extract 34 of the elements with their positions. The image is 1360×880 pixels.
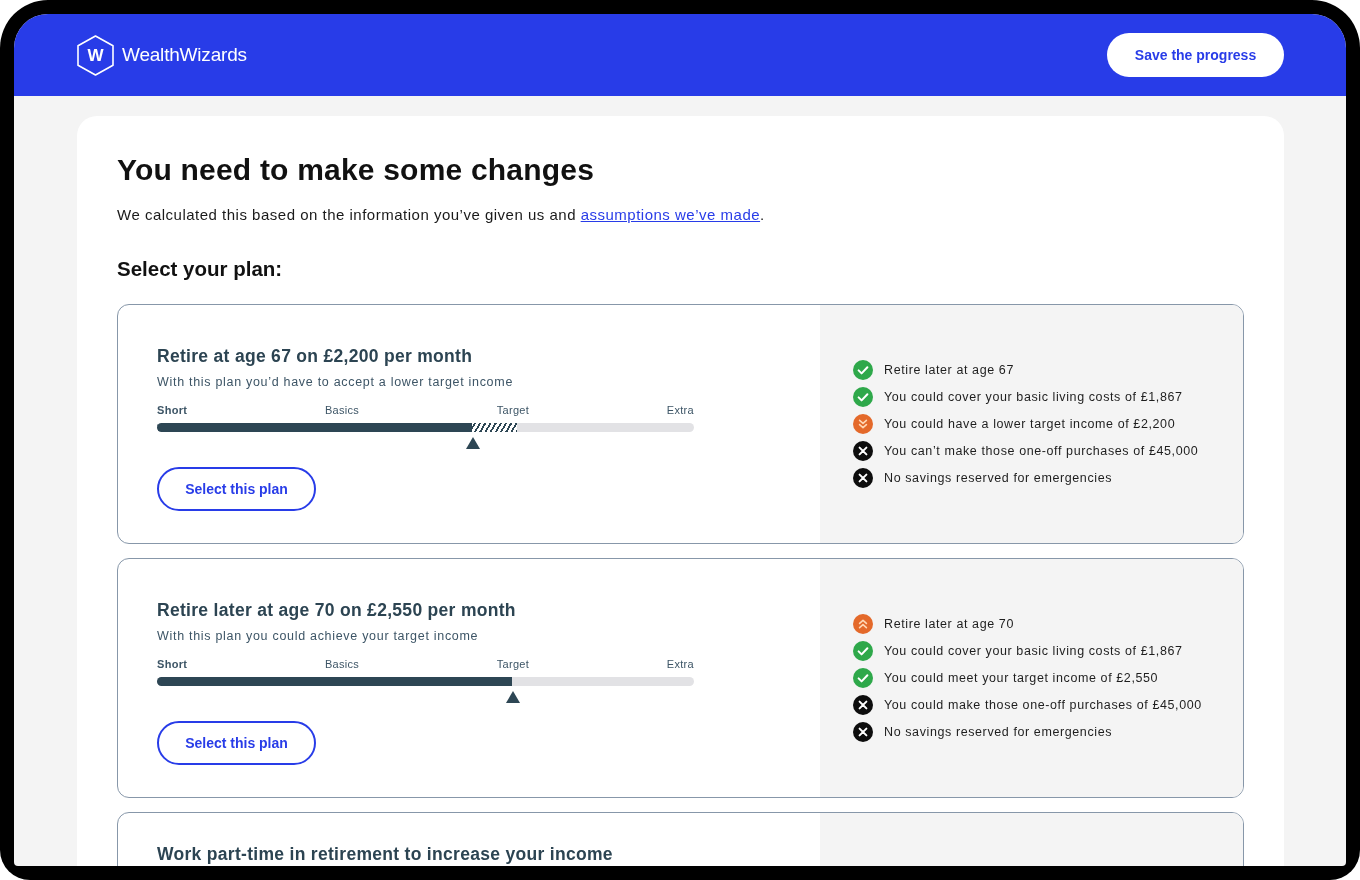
intro-text: We calculated this based on the information you’ve given us and assumptions we’ve made. bbox=[117, 206, 766, 224]
select-plan-button[interactable]: Select this plan bbox=[157, 721, 316, 765]
scale-label: Short bbox=[157, 403, 188, 417]
plan-subtitle: With this plan you could achieve your target income bbox=[157, 628, 480, 645]
plan-title: Work part-time in retirement to increase your income bbox=[157, 843, 614, 865]
outcome-text: You can’t make those one-off purchases of £45,000 bbox=[884, 443, 1199, 460]
scale-label: Target bbox=[496, 657, 530, 671]
select-plan-button[interactable]: Select this plan bbox=[157, 467, 316, 511]
logo-mark: W bbox=[77, 34, 114, 76]
plan-subtitle: With this plan you’d have to accept a lower target income bbox=[157, 374, 515, 391]
assumptions-link[interactable]: assumptions we’ve made bbox=[580, 206, 761, 223]
scale-label: Extra bbox=[666, 403, 694, 417]
outcome-text: No savings reserved for emergencies bbox=[884, 724, 1113, 741]
triangle-marker-icon bbox=[505, 691, 520, 703]
outcome-text: You could cover your basic living costs of £1,867 bbox=[884, 389, 1183, 406]
scale-label: Basics bbox=[324, 657, 360, 671]
save-progress-button[interactable]: Save the progress bbox=[1107, 33, 1284, 77]
page-title: You need to make some changes bbox=[117, 152, 596, 188]
outcome-text: You could cover your basic living costs of £1,867 bbox=[884, 643, 1183, 660]
brand-name: WealthWizards bbox=[122, 42, 247, 67]
triangle-marker-icon bbox=[466, 437, 481, 449]
outcome-text: You could have a lower target income of £2,200 bbox=[884, 416, 1176, 433]
plan-title: Retire at age 67 on £2,200 per month bbox=[157, 345, 474, 367]
outcome-text: You could meet your target income of £2,550 bbox=[884, 670, 1159, 687]
scale-label: Basics bbox=[324, 403, 360, 417]
plan-title: Retire later at age 70 on £2,550 per month bbox=[157, 599, 517, 621]
scale-label: Target bbox=[496, 403, 530, 417]
outcome-text: You could make those one-off purchases of £45,000 bbox=[884, 697, 1202, 714]
outcome-text: No savings reserved for emergencies bbox=[884, 470, 1113, 487]
scale-label: Short bbox=[157, 657, 188, 671]
outcome-text: Retire later at age 67 bbox=[884, 362, 1014, 379]
outcome-text: Retire later at age 70 bbox=[884, 616, 1014, 633]
scale-label: Extra bbox=[666, 657, 694, 671]
section-title: Select your plan: bbox=[117, 257, 284, 281]
